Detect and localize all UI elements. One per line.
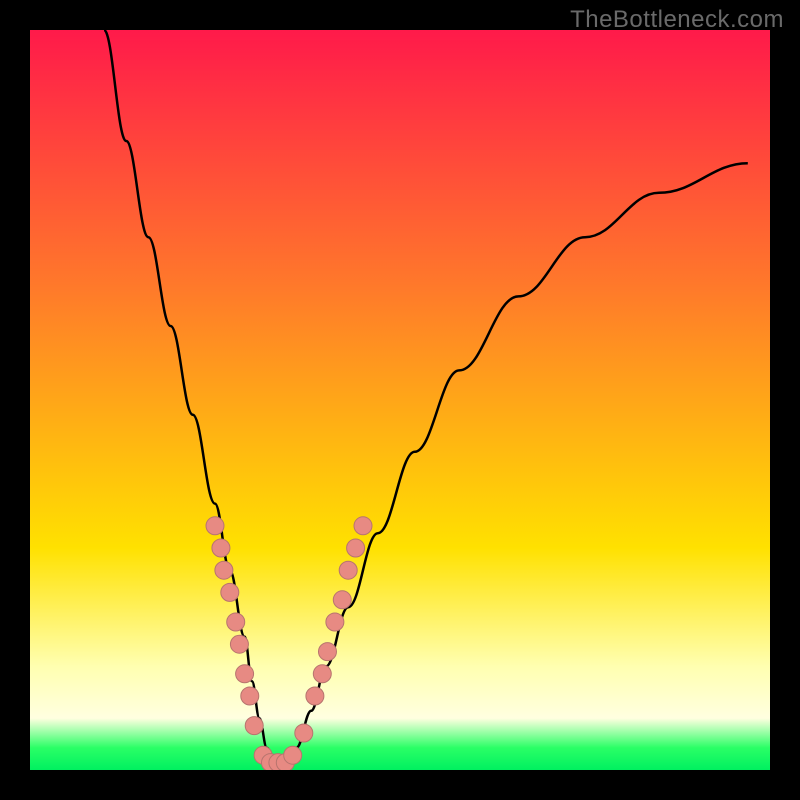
data-marker: [313, 665, 331, 683]
data-marker: [236, 665, 254, 683]
data-marker: [306, 687, 324, 705]
data-marker: [347, 539, 365, 557]
data-marker: [227, 613, 245, 631]
plot-area: [30, 30, 770, 770]
data-marker: [354, 517, 372, 535]
data-marker: [318, 643, 336, 661]
data-marker: [333, 591, 351, 609]
data-marker: [326, 613, 344, 631]
data-marker: [284, 746, 302, 764]
data-marker: [221, 583, 239, 601]
data-marker: [245, 717, 263, 735]
data-marker: [241, 687, 259, 705]
data-marker: [339, 561, 357, 579]
chart-frame: TheBottleneck.com: [0, 0, 800, 800]
bottleneck-curve: [30, 30, 770, 770]
data-marker: [295, 724, 313, 742]
data-marker: [215, 561, 233, 579]
data-marker: [212, 539, 230, 557]
data-marker: [230, 635, 248, 653]
data-marker: [206, 517, 224, 535]
